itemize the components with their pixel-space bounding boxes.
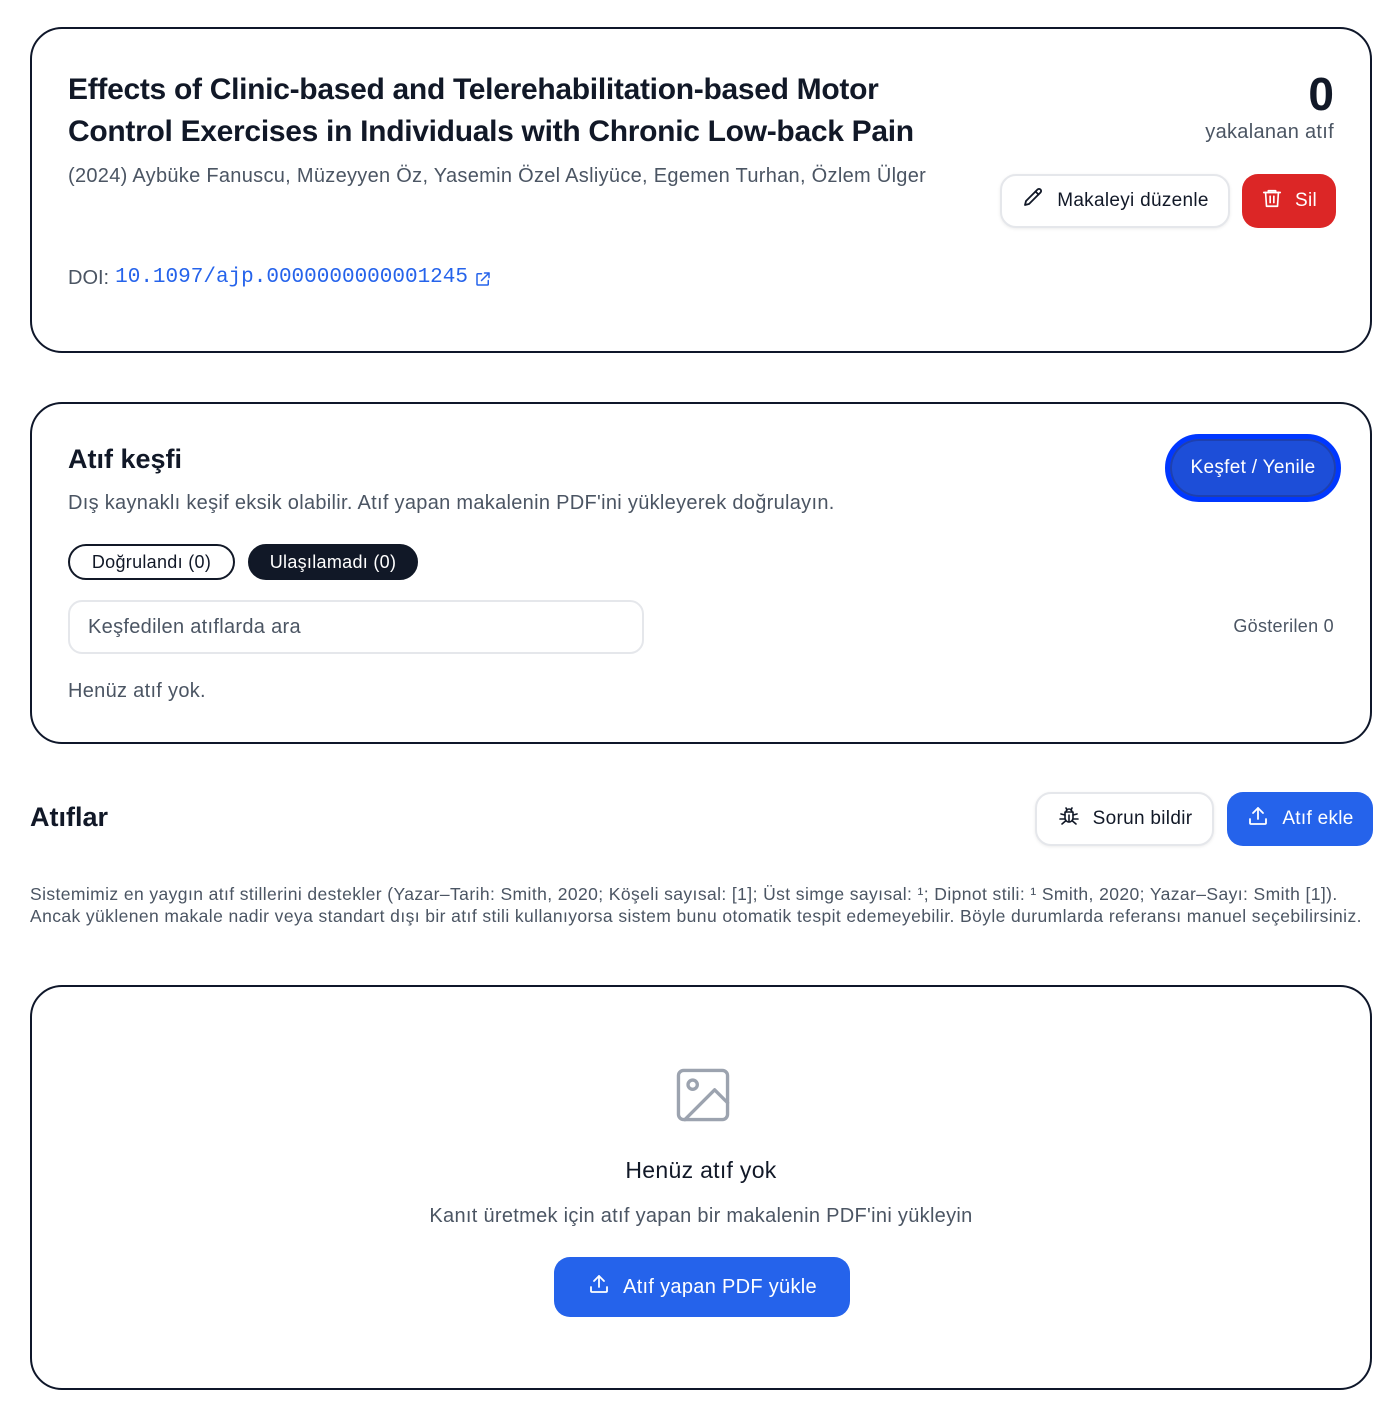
article-doi: DOI: 10.1097/ajp.0000000000001245: [68, 265, 492, 291]
citation-count: 0: [1308, 68, 1334, 120]
citations-title: Atıflar: [30, 802, 109, 832]
empty-subtitle: Kanıt üretmek için atıf yapan bir makale…: [429, 1205, 973, 1227]
discovery-search-input[interactable]: [68, 600, 644, 654]
image-icon: [672, 1064, 734, 1126]
delete-button[interactable]: Sil: [1242, 174, 1336, 228]
upload-citing-pdf-button[interactable]: Atıf yapan PDF yükle: [554, 1257, 850, 1317]
doi-link[interactable]: 10.1097/ajp.0000000000001245: [115, 265, 468, 291]
report-issue-label: Sorun bildir: [1092, 808, 1193, 829]
filter-verified[interactable]: Doğrulandı (0): [68, 544, 235, 580]
article-title: Effects of Clinic-based and Telerehabili…: [68, 73, 914, 148]
upload-icon: [1246, 804, 1270, 834]
upload-citing-pdf-label: Atıf yapan PDF yükle: [623, 1275, 817, 1298]
bug-icon: [1057, 804, 1081, 834]
pencil-icon: [1021, 186, 1045, 216]
discovery-description: Dış kaynaklı keşif eksik olabilir. Atıf …: [68, 492, 835, 514]
citations-empty-card: Henüz atıf yok Kanıt üretmek için atıf y…: [30, 985, 1372, 1390]
add-citation-label: Atıf ekle: [1282, 808, 1354, 829]
filter-unreached[interactable]: Ulaşılamadı (0): [248, 544, 418, 580]
empty-title: Henüz atıf yok: [625, 1157, 777, 1183]
upload-icon: [587, 1272, 611, 1302]
edit-article-label: Makaleyi düzenle: [1057, 190, 1209, 211]
shown-count: Gösterilen 0: [1233, 616, 1334, 636]
discover-refresh-button[interactable]: Keşfet / Yenile: [1165, 434, 1341, 502]
discovery-empty-text: Henüz atıf yok.: [68, 680, 206, 702]
citation-style-note: Sistemimiz en yaygın atıf stillerini des…: [30, 884, 1362, 926]
discovery-title: Atıf keşfi: [68, 444, 183, 474]
article-meta: (2024) Aybüke Fanuscu, Müzeyyen Öz, Yase…: [68, 165, 927, 187]
edit-article-button[interactable]: Makaleyi düzenle: [1000, 174, 1230, 228]
report-issue-button[interactable]: Sorun bildir: [1035, 792, 1214, 846]
delete-label: Sil: [1294, 190, 1317, 211]
external-link-icon[interactable]: [474, 269, 492, 287]
trash-icon: [1261, 187, 1283, 215]
article-card: Effects of Clinic-based and Telerehabili…: [30, 27, 1372, 353]
citation-count-label: yakalanan atıf: [1205, 121, 1334, 143]
add-citation-button[interactable]: Atıf ekle: [1227, 792, 1373, 846]
discovery-card: Atıf keşfi Dış kaynaklı keşif eksik olab…: [30, 402, 1372, 744]
doi-label: DOI:: [68, 267, 110, 289]
